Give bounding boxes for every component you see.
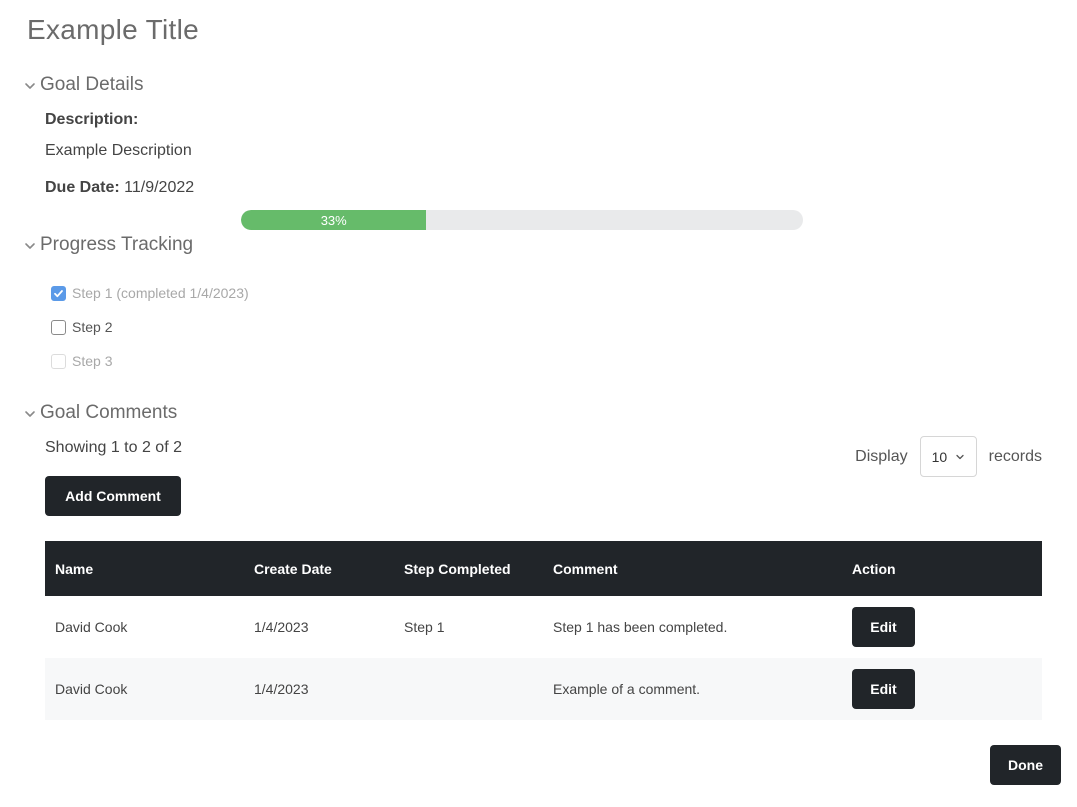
cell-step-completed	[394, 658, 543, 720]
step-1: Step 1 (completed 1/4/2023)	[51, 285, 249, 301]
progress-bar: 33%	[241, 210, 803, 230]
due-date-label: Due Date:	[45, 179, 120, 196]
section-title: Progress Tracking	[40, 234, 194, 255]
edit-button[interactable]: Edit	[852, 607, 915, 647]
page-size-control: Display 10 records	[855, 436, 1042, 477]
cell-create-date: 1/4/2023	[244, 658, 394, 720]
column-header-create-date: Create Date	[244, 541, 394, 596]
showing-count: Showing 1 to 2 of 2	[45, 439, 182, 456]
chevron-down-icon	[25, 411, 35, 417]
column-header-name: Name	[45, 541, 244, 596]
section-title: Goal Comments	[40, 402, 178, 423]
step-3-label: Step 3	[72, 353, 113, 369]
cell-comment: Example of a comment.	[543, 658, 842, 720]
checkmark-icon	[54, 289, 63, 297]
cell-action: Edit	[842, 596, 1042, 658]
description-label: Description:	[45, 111, 139, 128]
progress-tracking-header[interactable]: Progress Tracking	[23, 234, 193, 256]
page-title: Example Title	[27, 14, 199, 45]
column-header-action: Action	[842, 541, 1042, 596]
step-1-label: Step 1 (completed 1/4/2023)	[72, 285, 249, 301]
step-3: Step 3	[51, 353, 112, 369]
column-header-comment: Comment	[543, 541, 842, 596]
table-header-row: Name Create Date Step Completed Comment …	[45, 541, 1042, 596]
comments-table: Name Create Date Step Completed Comment …	[45, 541, 1042, 720]
page-size-value: 10	[931, 448, 948, 465]
display-label: Display	[855, 447, 908, 465]
cell-create-date: 1/4/2023	[244, 596, 394, 658]
done-button[interactable]: Done	[990, 745, 1061, 785]
chevron-down-icon	[25, 243, 35, 249]
cell-action: Edit	[842, 658, 1042, 720]
step-1-checkbox	[51, 285, 66, 301]
cell-name: David Cook	[45, 596, 244, 658]
table-row: David Cook 1/4/2023 Step 1 Step 1 has be…	[45, 596, 1042, 658]
column-header-step-completed: Step Completed	[394, 541, 543, 596]
due-date-value: 11/9/2022	[124, 179, 195, 196]
cell-name: David Cook	[45, 658, 244, 720]
step-2[interactable]: Step 2	[51, 319, 112, 335]
progress-label: 33%	[320, 212, 347, 228]
step-3-checkbox	[51, 353, 66, 369]
table-row: David Cook 1/4/2023 Example of a comment…	[45, 658, 1042, 720]
section-title: Goal Details	[40, 74, 144, 95]
chevron-down-icon	[956, 454, 964, 459]
step-2-label[interactable]: Step 2	[72, 319, 112, 335]
cell-step-completed: Step 1	[394, 596, 543, 658]
page-size-select[interactable]: 10	[919, 436, 977, 477]
step-2-checkbox[interactable]	[51, 319, 66, 335]
chevron-down-icon	[25, 83, 35, 89]
edit-button[interactable]: Edit	[852, 669, 915, 709]
add-comment-button[interactable]: Add Comment	[45, 476, 181, 516]
goal-details-header[interactable]: Goal Details	[23, 74, 144, 96]
cell-comment: Step 1 has been completed.	[543, 596, 842, 658]
description-value: Example Description	[45, 142, 192, 159]
due-date: Due Date: 11/9/2022	[45, 179, 194, 197]
records-label: records	[988, 447, 1042, 465]
progress-fill: 33%	[241, 210, 427, 230]
goal-comments-header[interactable]: Goal Comments	[23, 402, 177, 424]
